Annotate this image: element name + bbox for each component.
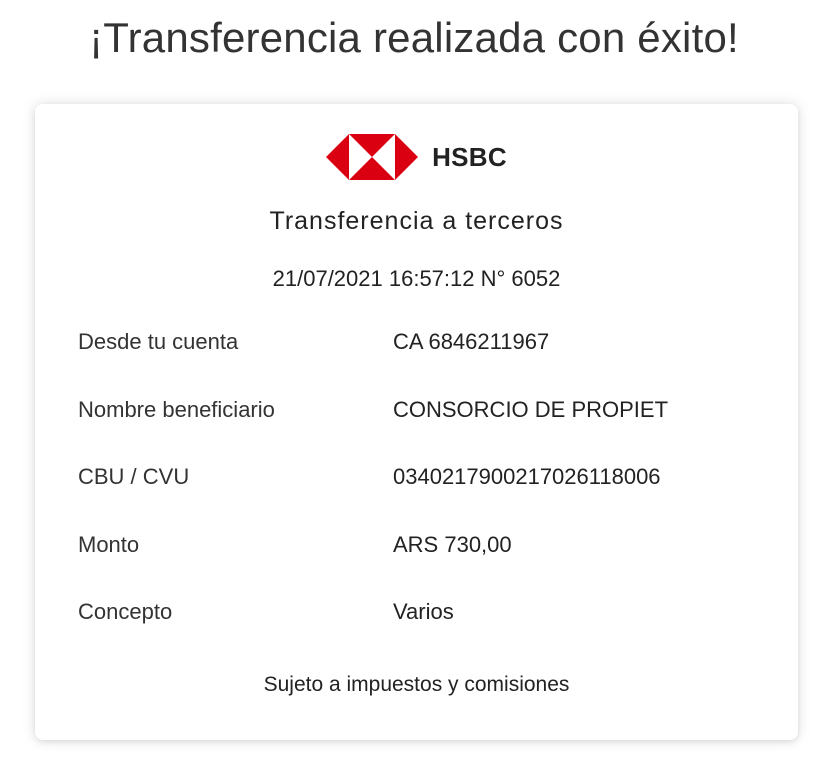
page-title: ¡Transferencia realizada con éxito!: [89, 14, 739, 61]
tax-disclaimer: Sujeto a impuestos y comisiones: [263, 673, 570, 696]
detail-value: ARS 730,00: [393, 531, 512, 557]
detail-value: CA 6846211967: [393, 329, 550, 354]
detail-value: Varios: [393, 599, 454, 624]
receipt-card: HSBC Transferencia a terceros 21/07/2021…: [35, 104, 798, 740]
detail-value: CONSORCIO DE PROPIET: [393, 396, 669, 422]
detail-value: 0340217900217026118006: [393, 464, 661, 489]
bank-brand: HSBC: [35, 134, 798, 180]
receipt-date-number: 21/07/2021 16:57:12 N° 6052: [272, 266, 561, 291]
bank-name: HSBC: [432, 141, 507, 172]
detail-label: Desde tu cuenta: [78, 329, 239, 354]
detail-label: Nombre beneficiario: [78, 396, 275, 422]
detail-label: Monto: [78, 531, 140, 557]
detail-row-source-account: Desde tu cuenta CA 6846211967: [78, 329, 758, 397]
detail-row-cbu: CBU / CVU 0340217900217026118006: [78, 464, 758, 532]
hsbc-logo-icon: [326, 134, 419, 180]
detail-row-beneficiary: Nombre beneficiario CONSORCIO DE PROPIET: [78, 397, 758, 465]
detail-row-concept: Concepto Varios: [78, 599, 758, 667]
detail-label: CBU / CVU: [78, 464, 190, 489]
receipt-details: Desde tu cuenta CA 6846211967 Nombre ben…: [78, 329, 758, 667]
detail-label: Concepto: [78, 599, 173, 624]
detail-row-amount: Monto ARS 730,00: [78, 532, 758, 600]
receipt-title: Transferencia a terceros: [269, 207, 564, 235]
